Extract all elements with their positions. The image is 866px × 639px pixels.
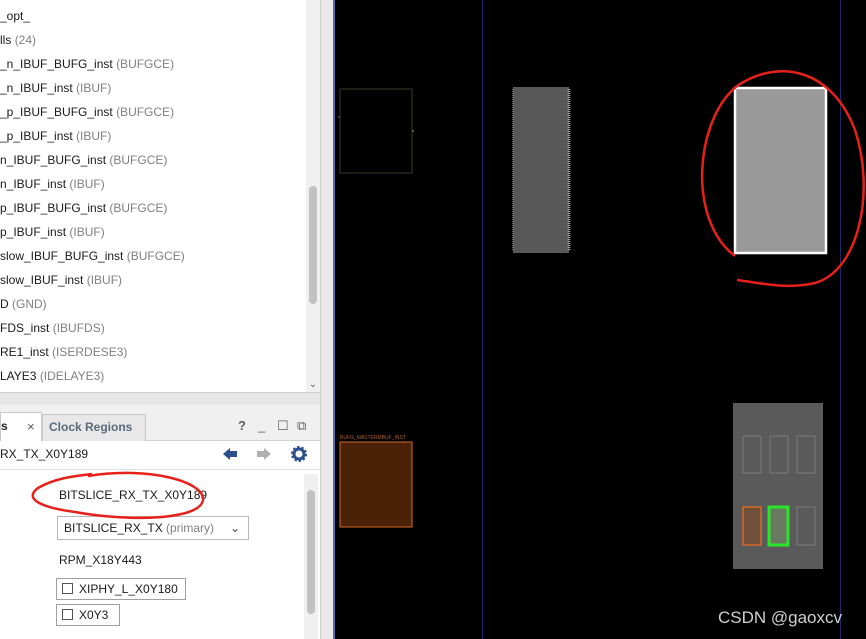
tree-row-name: slow_IBUF_inst [0,273,84,287]
watermark: CSDN @gaoxcv [718,608,843,627]
tile-link-label: XIPHY_L_X0Y180 [79,582,178,596]
tree-row[interactable]: lls (24) [0,28,36,52]
tree-row-type: (BUFGCE) [109,201,168,215]
placed-cell-block [339,441,413,528]
tree-row-name: p_IBUF_inst [0,225,67,239]
tree-row-type: (IBUF) [69,177,105,191]
netlist-scrollbar[interactable]: ⌄ [306,0,320,392]
tree-row-name: _p_IBUF_BUFG_inst [0,105,113,119]
tree-row[interactable]: slow_IBUF_BUFG_inst (BUFGCE) [0,244,185,268]
panel-splitter[interactable] [0,392,320,405]
selected-object-title: RX_TX_X0Y189 [0,447,89,461]
tree-row-type: (BUFGCE) [116,57,175,71]
tree-row-name: LAYE3 [0,369,37,383]
properties-tabbar: s × Clock Regions ? _ ☐ ⧉ [0,406,320,441]
tree-row-name: _n_IBUF_inst [0,81,73,95]
chevron-down-icon: ⌄ [229,521,240,535]
tree-row[interactable]: n_IBUF_BUFG_inst (BUFGCE) [0,148,167,172]
tree-row-name: RE1_inst [0,345,49,359]
tree-row-type: (ISERDESE3) [52,345,128,359]
tree-row-name: _p_IBUF_inst [0,129,73,143]
tree-row-type: (BUFGCE) [109,153,168,167]
tree-row-type: (IBUF) [76,81,112,95]
tree-row[interactable]: RE1_inst (ISERDESE3) [0,340,127,364]
back-arrow-icon[interactable] [222,447,238,461]
minimize-icon[interactable]: _ [258,418,265,433]
maximize-icon[interactable]: ☐ [277,418,289,434]
tree-row-type: (24) [14,33,37,47]
bitslice-site-selected [767,505,790,547]
name-value: BITSLICE_RX_TX_X0Y189 [59,488,208,502]
tree-row-type: (IDELAYE3) [39,369,105,383]
tree-row[interactable]: FDS_inst (IBUFDS) [0,316,105,340]
rpm-value: RPM_X18Y443 [59,553,142,567]
tile-icon [62,583,73,594]
tree-row[interactable]: _n_IBUF_inst (IBUF) [0,76,111,100]
tree-row-name: n_IBUF_inst [0,177,67,191]
tree-row-type: (GND) [12,297,47,311]
tree-row-type: (IBUF) [76,129,112,143]
tree-row[interactable]: n_IBUF_inst (IBUF) [0,172,105,196]
properties-panel: RX_TX_X0Y189 [0,441,320,639]
tree-row-type: (BUFGCE) [116,105,175,119]
tree-row[interactable]: _n_IBUF_BUFG_inst (BUFGCE) [0,52,174,76]
tab-clock-regions[interactable]: Clock Regions [42,414,146,441]
type-select-value: BITSLICE_RX_TX [64,521,163,535]
site-block [339,88,413,174]
device-canvas[interactable]: BUFG_MASTERMBUF_INST [335,0,866,639]
tree-row-name: p_IBUF_BUFG_inst [0,201,107,215]
netlist-tree: _opt_ lls (24) _n_IBUF_BUFG_inst (BUFGCE)… [0,0,320,392]
help-icon[interactable]: ? [238,418,246,433]
device-view[interactable]: BUFG_MASTERMBUF_INST [335,0,866,639]
tree-row-type: (BUFGCE) [126,249,185,263]
tree-row-name: lls [0,33,12,47]
tree-row-name: FDS_inst [0,321,50,335]
tree-row[interactable]: LAYE3 (IDELAYE3) [0,364,104,388]
tree-row[interactable]: _p_IBUF_inst (IBUF) [0,124,111,148]
properties-scrollbar[interactable] [304,474,318,639]
close-icon[interactable]: × [27,414,35,440]
properties-header: RX_TX_X0Y189 [0,441,320,470]
scrollbar-thumb[interactable] [307,490,315,614]
tree-row-name: _n_IBUF_BUFG_inst [0,57,113,71]
tree-row[interactable]: p_IBUF_BUFG_inst (BUFGCE) [0,196,167,220]
float-icon[interactable]: ⧉ [297,418,306,434]
tree-row-type: (IBUFDS) [52,321,105,335]
type-select[interactable]: BITSLICE_RX_TX (primary) ⌄ [57,516,249,540]
tab-properties[interactable]: s × [0,412,42,441]
tab-properties-label: s [1,419,8,433]
tree-row[interactable]: _p_IBUF_BUFG_inst (BUFGCE) [0,100,174,124]
tree-row[interactable]: p_IBUF_inst (IBUF) [0,220,105,244]
tree-row-name: slow_IBUF_BUFG_inst [0,249,124,263]
clock-region-icon [62,609,73,620]
gear-icon[interactable] [291,446,307,462]
type-select-sub: (primary) [166,521,215,535]
tree-row-name: _opt_ [0,9,31,23]
tile-link[interactable]: XIPHY_L_X0Y180 [56,578,186,600]
tree-row[interactable]: slow_IBUF_inst (IBUF) [0,268,122,292]
left-panel: _opt_ lls (24) _n_IBUF_BUFG_inst (BUFGCE)… [0,0,333,639]
clock-region-link[interactable]: X0Y3 [56,604,120,626]
selected-site-block [733,86,828,255]
tree-row[interactable]: _opt_ [0,4,30,28]
tree-row-name: D [0,297,9,311]
tree-row-type: (IBUF) [69,225,105,239]
bitslice-site-placed [742,506,762,546]
clock-region-link-label: X0Y3 [79,608,109,622]
tree-row[interactable]: D (GND) [0,292,47,316]
tree-row-name: n_IBUF_BUFG_inst [0,153,107,167]
scrollbar-thumb[interactable] [309,186,317,304]
pane-divider[interactable] [320,0,334,639]
tree-row-type: (IBUF) [86,273,123,287]
bram-block [513,87,569,253]
forward-arrow-icon[interactable] [256,447,272,461]
tiny-cell-label: BUFG_MASTERMBUF_INST [340,435,406,441]
scroll-down-icon[interactable]: ⌄ [308,380,318,390]
